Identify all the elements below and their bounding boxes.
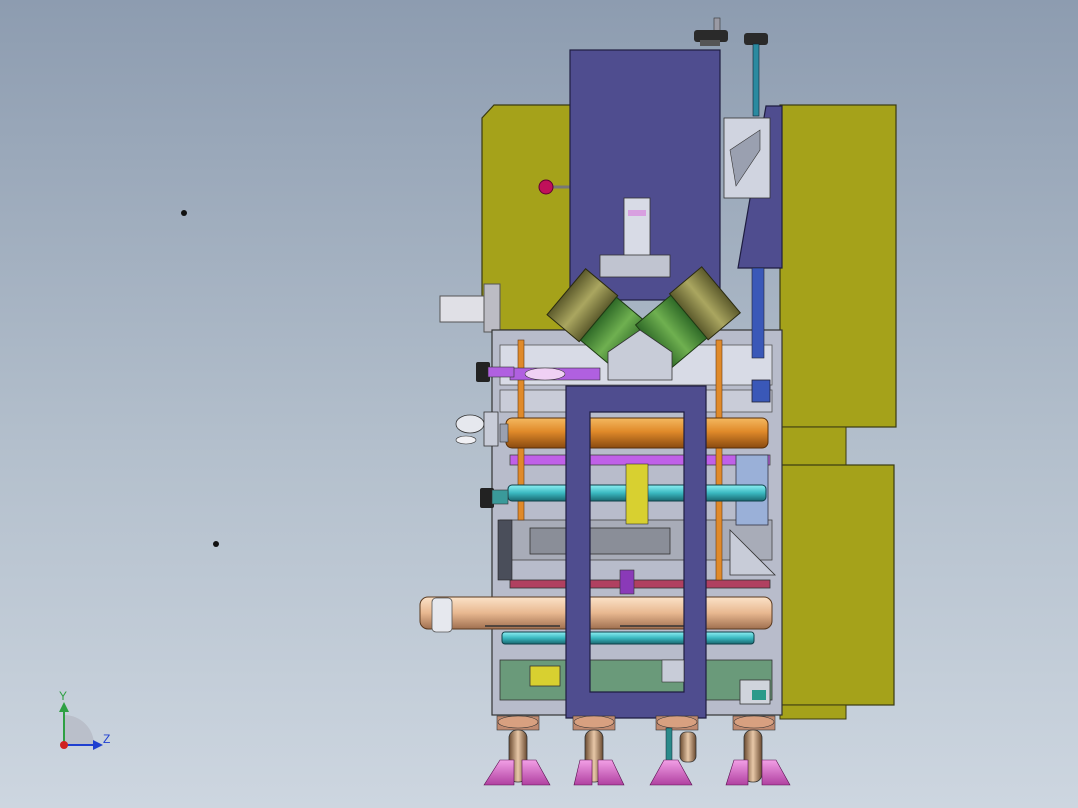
cad-viewport[interactable]: Y Z <box>0 0 1078 808</box>
peach-roller[interactable] <box>419 596 773 633</box>
caster-3[interactable] <box>649 715 699 786</box>
top-navy-plate[interactable] <box>569 49 721 301</box>
top-adjuster-rod-right[interactable] <box>744 33 768 117</box>
caster-1[interactable] <box>483 715 551 786</box>
teal-shaft-lower[interactable] <box>501 631 755 645</box>
triad-x-axis-dot <box>60 741 68 749</box>
sketch-point-2 <box>213 541 219 547</box>
left-handwheel[interactable] <box>455 411 499 447</box>
triad-rotation-arc <box>64 715 94 745</box>
caster-4[interactable] <box>725 715 791 786</box>
sketch-point-1 <box>181 210 187 216</box>
casters[interactable] <box>483 715 791 786</box>
right-olive-panel-lower[interactable] <box>779 464 895 720</box>
caster-2[interactable] <box>572 715 625 786</box>
triad-y-label: Y <box>59 689 67 703</box>
orientation-triad[interactable]: Y Z <box>59 689 110 750</box>
red-knob-handle[interactable] <box>538 179 554 195</box>
right-olive-panel-upper[interactable] <box>779 104 897 466</box>
top-adjuster-knob-left[interactable] <box>694 17 728 46</box>
triad-z-arrow <box>93 740 103 750</box>
triad-z-label: Z <box>103 732 110 746</box>
right-navy-wedge[interactable] <box>723 105 783 359</box>
left-olive-housing[interactable] <box>439 104 579 333</box>
triad-y-arrow <box>59 702 69 712</box>
orange-roller[interactable] <box>499 417 769 449</box>
